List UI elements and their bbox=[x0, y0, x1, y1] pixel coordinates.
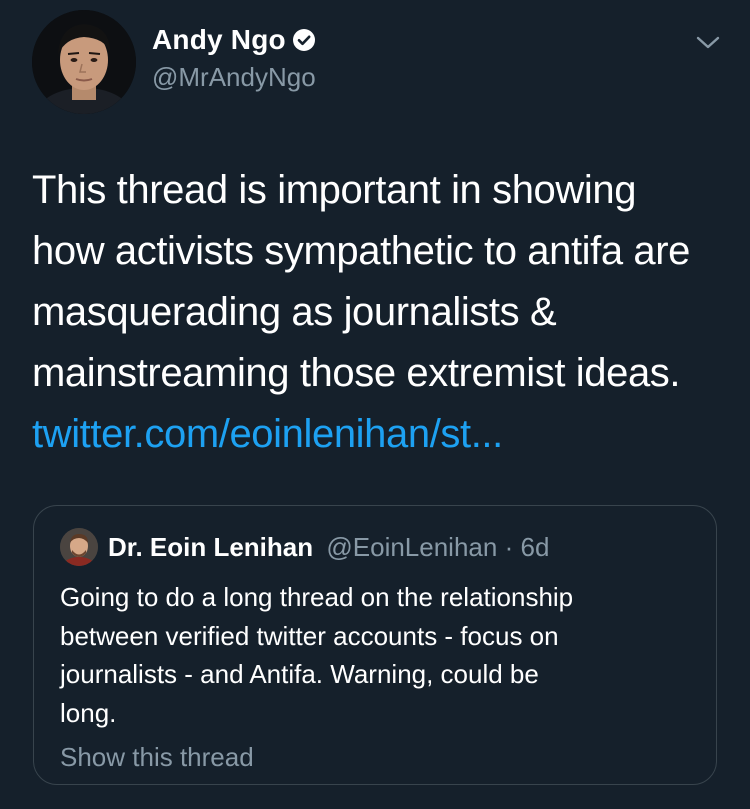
show-thread-link[interactable]: Show this thread bbox=[60, 742, 254, 773]
quoted-text-line: between verified twitter accounts - focu… bbox=[60, 620, 559, 651]
author-handle[interactable]: @MrAndyNgo bbox=[152, 62, 316, 93]
tweet-link[interactable]: twitter.com/eoinlenihan/st... bbox=[32, 412, 503, 456]
quoted-text-line: journalists - and Antifa. Warning, could… bbox=[60, 659, 539, 689]
quoted-tweet-card[interactable]: Dr. Eoin Lenihan @EoinLenihan · 6d Going… bbox=[33, 505, 717, 785]
chevron-down-icon[interactable] bbox=[694, 32, 722, 52]
author-name[interactable]: Andy Ngo bbox=[152, 24, 286, 55]
verified-badge-icon bbox=[292, 29, 315, 51]
quoted-text-line: Going to do a long thread on the relatio… bbox=[60, 582, 574, 612]
tweet-text-line: how activists sympathetic to antifa are bbox=[32, 229, 691, 273]
tweet-text-line: This thread is important in showing bbox=[32, 168, 637, 212]
tweet-text: This thread is important in showing how … bbox=[32, 160, 732, 465]
quoted-tweet-text: Going to do a long thread on the relatio… bbox=[60, 578, 700, 732]
author-avatar-image bbox=[32, 10, 136, 114]
tweet-text-line: mainstreaming those extremist ideas. bbox=[32, 351, 681, 395]
quoted-tweet-time[interactable]: 6d bbox=[520, 532, 549, 562]
quoted-tweet-header: Dr. Eoin Lenihan @EoinLenihan · 6d bbox=[108, 532, 549, 563]
header-separator: · bbox=[504, 532, 514, 562]
author-name-row[interactable]: Andy Ngo bbox=[152, 24, 316, 56]
quoted-author-name[interactable]: Dr. Eoin Lenihan bbox=[108, 532, 313, 562]
tweet-text-line: masquerading as journalists & bbox=[32, 290, 557, 334]
author-avatar[interactable] bbox=[32, 10, 136, 114]
quoted-author-handle[interactable]: @EoinLenihan bbox=[326, 532, 497, 562]
quoted-author-avatar-image bbox=[60, 528, 98, 566]
quoted-author-avatar bbox=[60, 528, 98, 566]
quoted-text-line: long. bbox=[60, 697, 117, 728]
